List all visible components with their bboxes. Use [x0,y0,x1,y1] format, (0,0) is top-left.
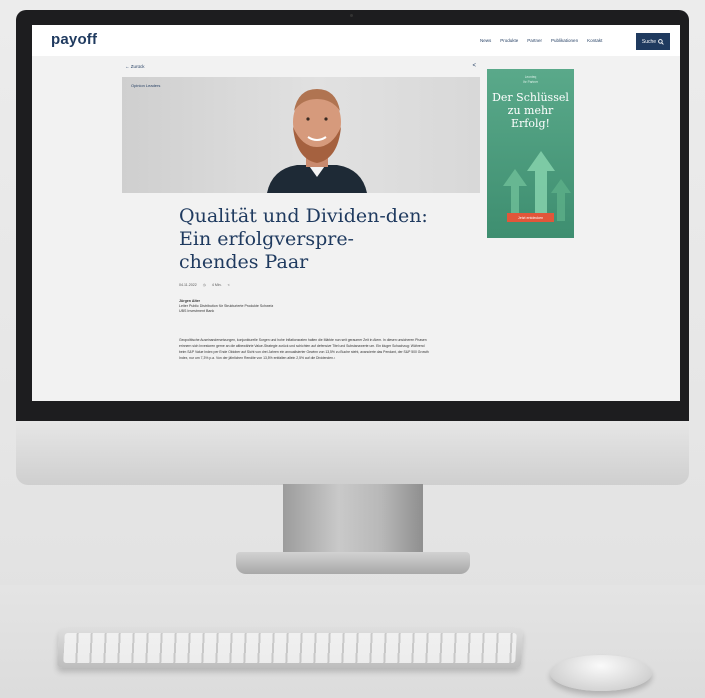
browser-screen: payoff News Produkte Partner Publikation… [32,25,680,401]
ad-cta-button[interactable]: Jetzt entdecken [507,213,554,222]
author-portrait [267,89,367,193]
monitor-stand [283,484,423,560]
mouse [550,655,652,691]
search-button[interactable]: Suche [636,33,670,50]
camera-icon [350,14,353,17]
article-meta: 04.11.2022 ◷ 4 Min. < [179,283,230,287]
search-label: Suche [641,38,657,45]
nav-item-produkte[interactable]: Produkte [500,38,518,43]
main-nav: News Produkte Partner Publikationen Kont… [480,38,602,43]
nav-item-kontakt[interactable]: Kontakt [587,38,602,43]
nav-item-news[interactable]: News [480,38,491,43]
back-link[interactable]: ← Zurück [125,64,145,69]
site-logo[interactable]: payoff [51,31,97,48]
share-small-icon[interactable]: < [228,283,230,287]
monitor-chin [16,421,689,485]
keyboard-keys [63,633,517,663]
share-icon[interactable]: < [472,63,476,69]
article-body: Geopolitische Auseinandersetzungen, konj… [179,338,429,360]
search-icon [658,38,664,45]
clock-icon: ◷ [202,283,206,287]
nav-item-publikationen[interactable]: Publikationen [551,38,578,43]
site-header: payoff News Produkte Partner Publikation… [32,25,680,56]
growth-arrows-icon [503,151,571,221]
author-block: Jürgen Alter Leiter Public Distribution … [179,299,429,314]
keyboard [56,628,524,668]
ad-headline: Der Schlüssel zu mehr Erfolg! [492,91,569,130]
author-company: UBS Investment Bank [179,309,215,313]
ad-banner[interactable]: Leonteq Ihr Partner Der Schlüssel zu meh… [487,69,574,238]
read-time: 4 Min. [211,283,222,287]
ad-sponsor-block: Leonteq Ihr Partner [487,75,574,84]
article-date: 04.11.2022 [179,283,197,287]
article-title: Qualität und Dividen-den: Ein erfolgvers… [179,205,428,273]
nav-item-partner[interactable]: Partner [527,38,542,43]
ad-tagline: Ihr Partner [522,79,539,84]
article-column: ← Zurück < Opinion Leaders Qualität und … [122,61,480,401]
article-toolbar: ← Zurück < [122,61,480,73]
hero-image: Opinion Leaders [122,77,480,193]
monitor-foot [236,552,470,574]
category-tag[interactable]: Opinion Leaders [131,83,160,88]
